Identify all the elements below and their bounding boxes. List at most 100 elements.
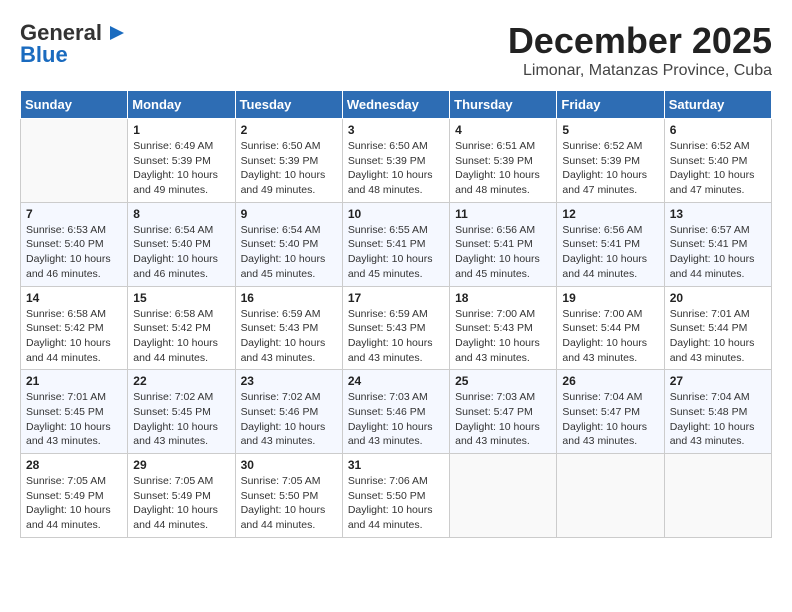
weekday-header-wednesday: Wednesday (342, 91, 449, 119)
day-number: 12 (562, 207, 658, 221)
day-info: Sunrise: 7:02 AM Sunset: 5:46 PM Dayligh… (241, 390, 337, 449)
day-number: 11 (455, 207, 551, 221)
day-info: Sunrise: 6:51 AM Sunset: 5:39 PM Dayligh… (455, 139, 551, 198)
day-number: 31 (348, 458, 444, 472)
location: Limonar, Matanzas Province, Cuba (508, 62, 772, 80)
calendar-cell: 19Sunrise: 7:00 AM Sunset: 5:44 PM Dayli… (557, 286, 664, 370)
logo-triangle-icon (104, 22, 126, 44)
day-info: Sunrise: 6:49 AM Sunset: 5:39 PM Dayligh… (133, 139, 229, 198)
day-info: Sunrise: 6:53 AM Sunset: 5:40 PM Dayligh… (26, 223, 122, 282)
calendar-week-row: 1 Sunrise: 6:49 AM Sunset: 5:39 PM Daylig… (21, 119, 772, 203)
day-number: 13 (670, 207, 766, 221)
day-number: 16 (241, 291, 337, 305)
weekday-header-tuesday: Tuesday (235, 91, 342, 119)
calendar-cell (557, 454, 664, 538)
day-number: 7 (26, 207, 122, 221)
day-number: 15 (133, 291, 229, 305)
calendar-week-row: 21 Sunrise: 7:01 AM Sunset: 5:45 PM Dayli… (21, 370, 772, 454)
day-number: 25 (455, 374, 551, 388)
day-number: 21 (26, 374, 122, 388)
logo: General Blue (20, 20, 126, 68)
day-number: 29 (133, 458, 229, 472)
day-number: 23 (241, 374, 337, 388)
calendar-cell: 31 Sunrise: 7:06 AM Sunset: 5:50 PM Dayli… (342, 454, 449, 538)
calendar-cell: 29 Sunrise: 7:05 AM Sunset: 5:49 PM Dayli… (128, 454, 235, 538)
calendar-cell: 22Sunrise: 7:02 AM Sunset: 5:45 PM Dayli… (128, 370, 235, 454)
day-info: Sunrise: 6:54 AM Sunset: 5:40 PM Dayligh… (133, 223, 229, 282)
day-info: Sunrise: 7:02 AM Sunset: 5:45 PM Dayligh… (133, 390, 229, 449)
day-number: 14 (26, 291, 122, 305)
day-number: 20 (670, 291, 766, 305)
day-info: Sunrise: 7:03 AM Sunset: 5:47 PM Dayligh… (455, 390, 551, 449)
day-info: Sunrise: 6:59 AM Sunset: 5:43 PM Dayligh… (348, 307, 444, 366)
day-number: 27 (670, 374, 766, 388)
weekday-header-sunday: Sunday (21, 91, 128, 119)
calendar-cell (450, 454, 557, 538)
calendar-cell: 14 Sunrise: 6:58 AM Sunset: 5:42 PM Dayli… (21, 286, 128, 370)
day-number: 24 (348, 374, 444, 388)
calendar-week-row: 28Sunrise: 7:05 AM Sunset: 5:49 PM Dayli… (21, 454, 772, 538)
day-number: 4 (455, 123, 551, 137)
calendar-cell: 9 Sunrise: 6:54 AM Sunset: 5:40 PM Daylig… (235, 202, 342, 286)
day-info: Sunrise: 6:50 AM Sunset: 5:39 PM Dayligh… (348, 139, 444, 198)
calendar-cell: 5Sunrise: 6:52 AM Sunset: 5:39 PM Daylig… (557, 119, 664, 203)
day-number: 8 (133, 207, 229, 221)
calendar-cell: 23 Sunrise: 7:02 AM Sunset: 5:46 PM Dayli… (235, 370, 342, 454)
calendar-week-row: 7 Sunrise: 6:53 AM Sunset: 5:40 PM Daylig… (21, 202, 772, 286)
day-info: Sunrise: 6:58 AM Sunset: 5:42 PM Dayligh… (26, 307, 122, 366)
day-info: Sunrise: 6:52 AM Sunset: 5:39 PM Dayligh… (562, 139, 658, 198)
calendar-cell: 13 Sunrise: 6:57 AM Sunset: 5:41 PM Dayli… (664, 202, 771, 286)
calendar-cell: 1 Sunrise: 6:49 AM Sunset: 5:39 PM Daylig… (128, 119, 235, 203)
day-info: Sunrise: 7:06 AM Sunset: 5:50 PM Dayligh… (348, 474, 444, 533)
page-header: General Blue December 2025 Limonar, Mata… (20, 20, 772, 80)
calendar-cell: 2Sunrise: 6:50 AM Sunset: 5:39 PM Daylig… (235, 119, 342, 203)
calendar-cell: 11Sunrise: 6:56 AM Sunset: 5:41 PM Dayli… (450, 202, 557, 286)
calendar-cell: 21 Sunrise: 7:01 AM Sunset: 5:45 PM Dayli… (21, 370, 128, 454)
day-info: Sunrise: 7:05 AM Sunset: 5:49 PM Dayligh… (133, 474, 229, 533)
day-number: 2 (241, 123, 337, 137)
day-number: 6 (670, 123, 766, 137)
calendar-cell: 10Sunrise: 6:55 AM Sunset: 5:41 PM Dayli… (342, 202, 449, 286)
day-info: Sunrise: 7:03 AM Sunset: 5:46 PM Dayligh… (348, 390, 444, 449)
day-info: Sunrise: 7:04 AM Sunset: 5:48 PM Dayligh… (670, 390, 766, 449)
weekday-header-thursday: Thursday (450, 91, 557, 119)
day-info: Sunrise: 6:58 AM Sunset: 5:42 PM Dayligh… (133, 307, 229, 366)
day-info: Sunrise: 6:57 AM Sunset: 5:41 PM Dayligh… (670, 223, 766, 282)
calendar-cell: 17 Sunrise: 6:59 AM Sunset: 5:43 PM Dayli… (342, 286, 449, 370)
day-number: 1 (133, 123, 229, 137)
calendar-cell: 3Sunrise: 6:50 AM Sunset: 5:39 PM Daylig… (342, 119, 449, 203)
weekday-header-saturday: Saturday (664, 91, 771, 119)
day-info: Sunrise: 7:01 AM Sunset: 5:44 PM Dayligh… (670, 307, 766, 366)
day-number: 26 (562, 374, 658, 388)
calendar-cell: 28Sunrise: 7:05 AM Sunset: 5:49 PM Dayli… (21, 454, 128, 538)
calendar-cell: 18Sunrise: 7:00 AM Sunset: 5:43 PM Dayli… (450, 286, 557, 370)
calendar-cell: 15 Sunrise: 6:58 AM Sunset: 5:42 PM Dayli… (128, 286, 235, 370)
calendar-cell: 27 Sunrise: 7:04 AM Sunset: 5:48 PM Dayli… (664, 370, 771, 454)
day-info: Sunrise: 6:56 AM Sunset: 5:41 PM Dayligh… (562, 223, 658, 282)
calendar-cell: 30 Sunrise: 7:05 AM Sunset: 5:50 PM Dayli… (235, 454, 342, 538)
calendar-cell: 16 Sunrise: 6:59 AM Sunset: 5:43 PM Dayli… (235, 286, 342, 370)
calendar-cell: 4 Sunrise: 6:51 AM Sunset: 5:39 PM Daylig… (450, 119, 557, 203)
day-info: Sunrise: 6:52 AM Sunset: 5:40 PM Dayligh… (670, 139, 766, 198)
calendar-cell: 20 Sunrise: 7:01 AM Sunset: 5:44 PM Dayli… (664, 286, 771, 370)
day-info: Sunrise: 7:01 AM Sunset: 5:45 PM Dayligh… (26, 390, 122, 449)
day-number: 19 (562, 291, 658, 305)
day-info: Sunrise: 7:05 AM Sunset: 5:50 PM Dayligh… (241, 474, 337, 533)
day-info: Sunrise: 6:54 AM Sunset: 5:40 PM Dayligh… (241, 223, 337, 282)
day-number: 17 (348, 291, 444, 305)
calendar-week-row: 14 Sunrise: 6:58 AM Sunset: 5:42 PM Dayli… (21, 286, 772, 370)
day-number: 30 (241, 458, 337, 472)
day-info: Sunrise: 6:59 AM Sunset: 5:43 PM Dayligh… (241, 307, 337, 366)
day-number: 10 (348, 207, 444, 221)
calendar-table: SundayMondayTuesdayWednesdayThursdayFrid… (20, 90, 772, 538)
weekday-header-monday: Monday (128, 91, 235, 119)
logo-blue: Blue (20, 42, 68, 68)
calendar-cell: 25 Sunrise: 7:03 AM Sunset: 5:47 PM Dayli… (450, 370, 557, 454)
weekday-header-friday: Friday (557, 91, 664, 119)
calendar-cell: 7 Sunrise: 6:53 AM Sunset: 5:40 PM Daylig… (21, 202, 128, 286)
calendar-cell: 8 Sunrise: 6:54 AM Sunset: 5:40 PM Daylig… (128, 202, 235, 286)
calendar-cell: 24 Sunrise: 7:03 AM Sunset: 5:46 PM Dayli… (342, 370, 449, 454)
calendar-cell (21, 119, 128, 203)
day-number: 9 (241, 207, 337, 221)
title-block: December 2025 Limonar, Matanzas Province… (508, 20, 772, 80)
